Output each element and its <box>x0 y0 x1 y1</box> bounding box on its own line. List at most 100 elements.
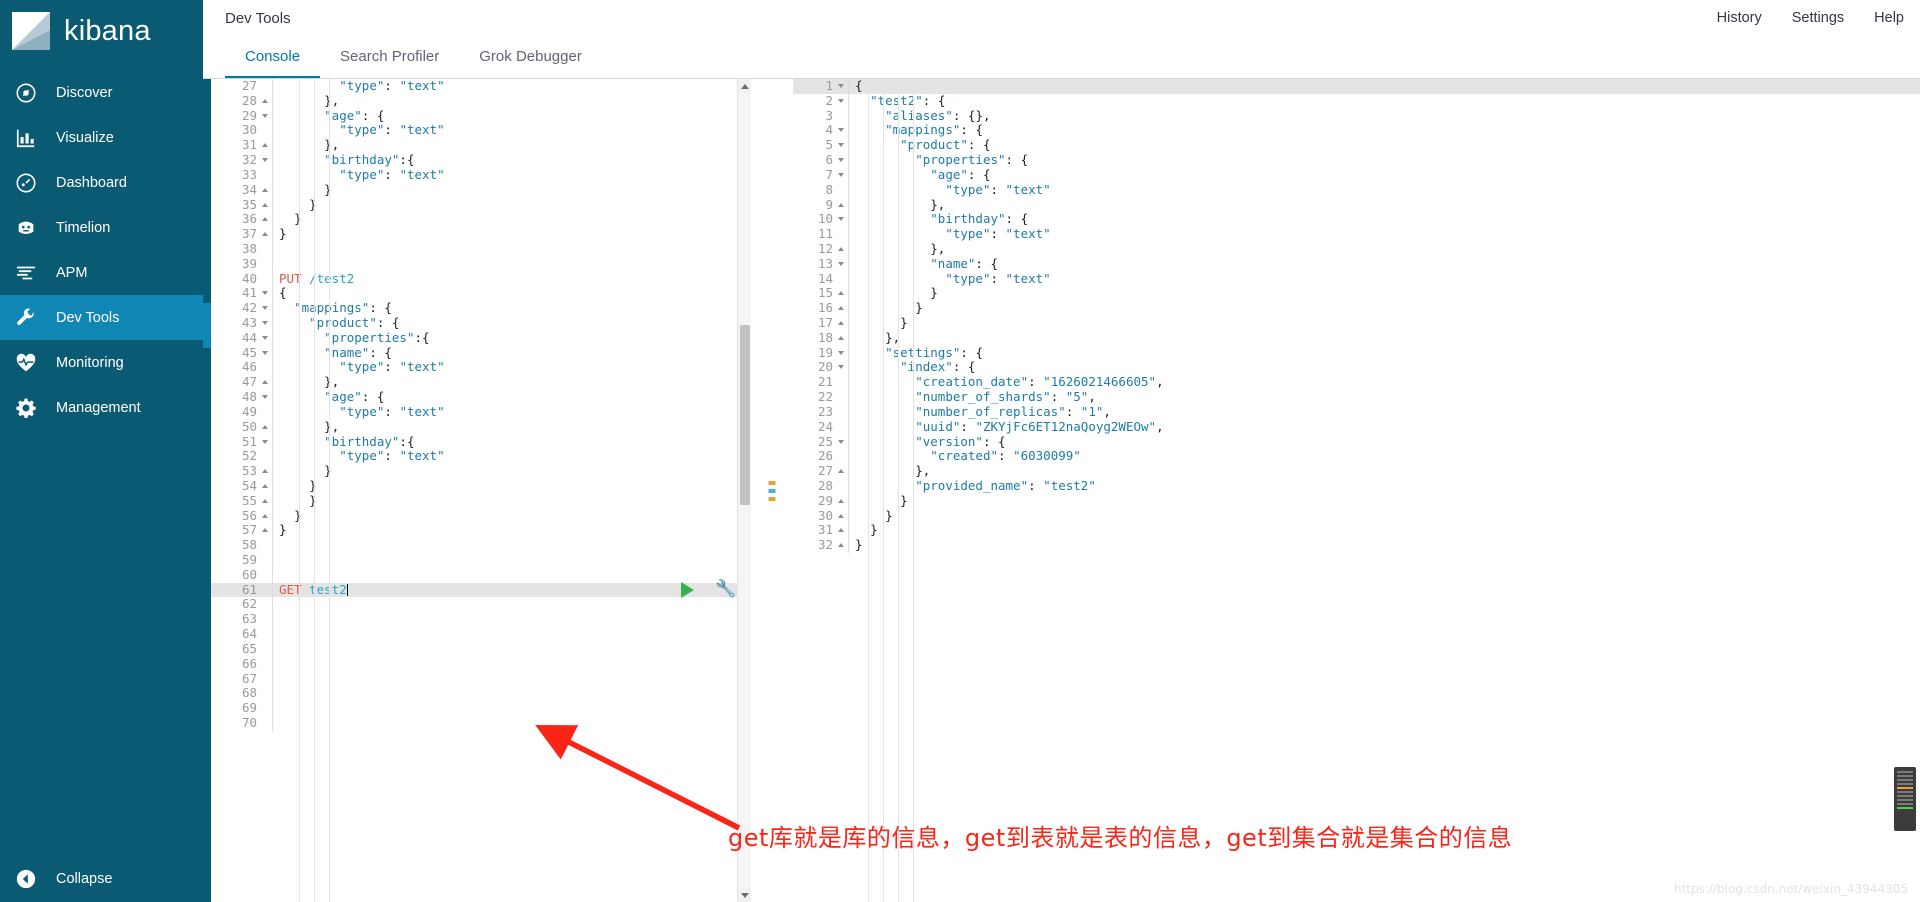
fold-down-icon[interactable] <box>835 153 848 168</box>
fold-up-icon[interactable] <box>835 494 848 509</box>
line-number: 63 <box>241 611 257 627</box>
fold-down-icon[interactable] <box>835 212 848 227</box>
dashboard-gauge-icon <box>14 171 38 195</box>
fold-down-icon[interactable] <box>259 316 272 331</box>
line-number: 37 <box>241 226 257 242</box>
fold-down-icon[interactable] <box>835 168 848 183</box>
fold-up-icon[interactable] <box>835 286 848 301</box>
play-triangle-icon[interactable] <box>681 581 694 598</box>
code-line: 60 <box>211 567 737 583</box>
fold-down-icon[interactable] <box>835 79 848 94</box>
fold-down-icon[interactable] <box>835 123 848 138</box>
fold-up-icon[interactable] <box>259 509 272 524</box>
fold-up-icon[interactable] <box>835 538 848 553</box>
scroll-up-arrow-icon[interactable] <box>738 79 751 93</box>
fold-down-icon[interactable] <box>259 346 272 361</box>
collapse-button[interactable]: Collapse <box>0 855 203 902</box>
fold-up-icon[interactable] <box>835 331 848 346</box>
sidebar-item-label: Dev Tools <box>56 309 120 326</box>
tab-grok-debugger[interactable]: Grok Debugger <box>459 36 602 78</box>
fold-down-icon[interactable] <box>835 360 848 375</box>
code-line: 30 } <box>793 508 1920 524</box>
line-number: 22 <box>817 389 833 405</box>
fold-down-icon[interactable] <box>835 94 848 109</box>
sidebar-item-visualize[interactable]: Visualize <box>0 115 203 160</box>
minimap-line <box>1897 775 1913 777</box>
output-minimap[interactable] <box>1894 767 1916 831</box>
sidebar-item-monitoring[interactable]: Monitoring <box>0 340 203 385</box>
response-output[interactable]: 1{2 "test2": {3 "aliases": {}, 4 "mapping… <box>793 79 1920 902</box>
sidebar-item-management[interactable]: Management <box>0 385 203 430</box>
line-number: 61 <box>241 581 257 597</box>
code-text: } <box>900 315 908 330</box>
fold-down-icon[interactable] <box>259 435 272 450</box>
gutter-divider <box>272 375 273 391</box>
fold-down-icon[interactable] <box>259 153 272 168</box>
fold-up-icon[interactable] <box>835 464 848 479</box>
gutter-divider <box>848 167 849 183</box>
sidebar-item-discover[interactable]: Discover <box>0 70 203 115</box>
code-line: 45 "name": { <box>211 345 737 361</box>
tab-console[interactable]: Console <box>225 36 321 78</box>
fold-up-icon[interactable] <box>835 198 848 213</box>
fold-up-icon[interactable] <box>259 420 272 435</box>
fold-up-icon[interactable] <box>259 375 272 390</box>
fold-up-icon[interactable] <box>259 523 272 538</box>
fold-up-icon[interactable] <box>259 183 272 198</box>
watermark: https://blog.csdn.net/weixin_43944305 <box>1673 882 1908 896</box>
sidebar-item-dashboard[interactable]: Dashboard <box>0 160 203 205</box>
fold-up-icon[interactable] <box>259 479 272 494</box>
fold-up-icon[interactable] <box>259 227 272 242</box>
fold-up-icon[interactable] <box>259 464 272 479</box>
fold-up-icon[interactable] <box>835 242 848 257</box>
line-number: 41 <box>241 285 257 301</box>
divider-grip-icon[interactable] <box>768 480 776 501</box>
fold-down-icon[interactable] <box>259 286 272 301</box>
fold-down-icon[interactable] <box>259 331 272 346</box>
fold-up-icon[interactable] <box>259 94 272 109</box>
sidebar-item-label: Timelion <box>56 219 111 236</box>
line-number: 33 <box>241 166 257 182</box>
settings-link[interactable]: Settings <box>1792 10 1844 26</box>
sidebar-item-apm[interactable]: APM <box>0 250 203 295</box>
fold-up-icon[interactable] <box>835 316 848 331</box>
fold-down-icon[interactable] <box>259 109 272 124</box>
wrench-icon[interactable]: 🔧 <box>715 580 736 597</box>
scroll-down-arrow-icon[interactable] <box>738 888 751 902</box>
sidebar-item-timelion[interactable]: Timelion <box>0 205 203 250</box>
fold-up-icon[interactable] <box>259 494 272 509</box>
fold-down-icon[interactable] <box>259 301 272 316</box>
code-text: "version": { <box>915 433 1006 449</box>
fold-down-icon[interactable] <box>835 346 848 361</box>
scrollbar-thumb[interactable] <box>740 325 750 505</box>
line-number: 32 <box>817 537 833 553</box>
indent-guide <box>913 79 914 902</box>
fold-down-icon[interactable] <box>835 435 848 450</box>
fold-down-icon[interactable] <box>835 138 848 153</box>
gutter-divider <box>848 153 849 168</box>
tab-search-profiler[interactable]: Search Profiler <box>320 36 459 78</box>
fold-up-icon[interactable] <box>259 138 272 153</box>
gutter-divider <box>848 256 849 272</box>
fold-up-icon[interactable] <box>259 198 272 213</box>
fold-up-icon[interactable] <box>835 523 848 538</box>
fold-down-icon[interactable] <box>259 390 272 405</box>
code-line: 8 "type": "text" <box>793 182 1920 198</box>
fold-up-icon[interactable] <box>259 212 272 227</box>
history-link[interactable]: History <box>1717 10 1762 26</box>
code-text: }, <box>915 463 931 479</box>
sidebar-item-dev-tools[interactable]: Dev Tools <box>0 295 203 340</box>
fold-down-icon[interactable] <box>835 257 848 272</box>
brand[interactable]: kibana <box>0 0 203 62</box>
fold-up-icon[interactable] <box>835 509 848 524</box>
line-number: 52 <box>241 448 257 464</box>
indent-guide <box>883 79 884 902</box>
line-number: 27 <box>817 463 833 479</box>
fold-up-icon[interactable] <box>835 301 848 316</box>
help-link[interactable]: Help <box>1874 10 1904 26</box>
minimap-line <box>1897 783 1913 785</box>
code-line: 9 }, <box>793 197 1920 213</box>
